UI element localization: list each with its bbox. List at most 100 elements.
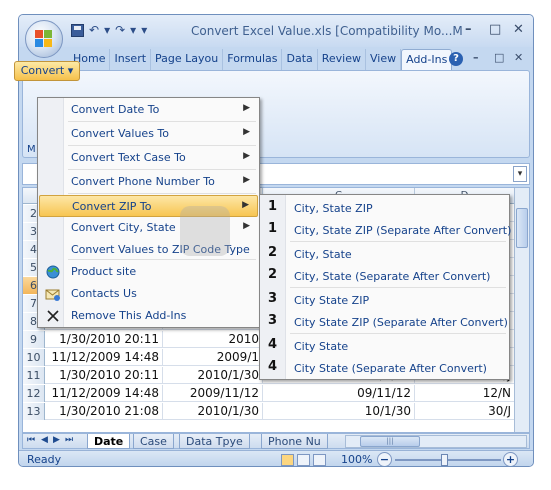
table-row: 13 1/30/2010 21:08 2010/1/30 10/1/30 30/J: [23, 403, 529, 420]
row-header[interactable]: 10: [23, 349, 45, 366]
cell-c[interactable]: 10/1/30: [263, 403, 415, 420]
first-sheet-icon[interactable]: ⏮: [27, 435, 35, 445]
ribbon-close-button[interactable]: ✕: [514, 51, 523, 64]
menu-item-convert-values-to[interactable]: Convert Values To ▶: [39, 123, 258, 145]
page-break-view-button[interactable]: [313, 454, 326, 466]
submenu-item-number: 4: [268, 359, 278, 374]
tab-review[interactable]: Review: [318, 49, 366, 70]
envelope-icon: [45, 286, 61, 302]
menu-item-label: Convert Phone Number To: [71, 175, 215, 188]
tab-page-layout[interactable]: Page Layou: [151, 49, 224, 70]
submenu-item[interactable]: 2 City, State (Separate After Convert): [261, 265, 509, 287]
menu-item-label: Convert Date To: [71, 103, 160, 116]
status-text: Ready: [27, 453, 62, 466]
tab-view[interactable]: View: [366, 49, 402, 70]
submenu-item-number: 1: [268, 199, 278, 214]
formula-bar-expand-icon[interactable]: ▾: [513, 166, 527, 182]
prev-sheet-icon[interactable]: ◀: [41, 435, 48, 445]
cell-a[interactable]: 1/30/2010 20:11: [45, 331, 163, 348]
cell-d[interactable]: 30/J: [415, 403, 515, 420]
window-title: Convert Excel Value.xls [Compatibility M…: [191, 24, 463, 38]
menu-item-product-site[interactable]: Product site: [39, 261, 258, 283]
zoom-slider-thumb[interactable]: [441, 454, 448, 466]
vertical-scroll-thumb[interactable]: [516, 208, 528, 248]
submenu-item-number: 4: [268, 337, 278, 352]
office-button[interactable]: [25, 20, 63, 58]
menu-separator: [68, 121, 256, 122]
cell-b[interactable]: 2010/1/30: [163, 403, 263, 420]
horizontal-scrollbar[interactable]: |||: [345, 435, 527, 448]
sheet-tab-case[interactable]: Case: [133, 434, 174, 449]
row-header[interactable]: 13: [23, 403, 45, 420]
menu-separator: [68, 145, 256, 146]
close-button[interactable]: ✕: [513, 22, 524, 37]
row-header[interactable]: 9: [23, 331, 45, 348]
customize-qat-icon[interactable]: ▾: [141, 23, 147, 37]
menu-item-convert-phone-number-to[interactable]: Convert Phone Number To ▶: [39, 171, 258, 193]
globe-icon: [45, 264, 61, 280]
menu-item-convert-date-to[interactable]: Convert Date To ▶: [39, 99, 258, 121]
menu-item-convert-text-case-to[interactable]: Convert Text Case To ▶: [39, 147, 258, 169]
cell-c[interactable]: 09/11/12: [263, 385, 415, 402]
submenu-item[interactable]: 2 City, State: [261, 243, 509, 265]
title-bar: ↶ ▾ ↷ ▾ ▾ Convert Excel Value.xls [Compa…: [19, 15, 533, 47]
submenu-item[interactable]: 1 City, State ZIP: [261, 197, 509, 219]
last-sheet-icon[interactable]: ⏭: [65, 435, 73, 445]
convert-dropdown-button[interactable]: Convert ▾: [14, 61, 80, 81]
help-icon[interactable]: ?: [449, 52, 463, 66]
submenu-item-label: City, State: [294, 248, 352, 261]
dropdown-arrow-icon[interactable]: ▾: [104, 23, 110, 37]
tab-formulas[interactable]: Formulas: [223, 49, 283, 70]
tab-insert[interactable]: Insert: [110, 49, 152, 70]
submenu-item-number: 1: [268, 221, 278, 236]
cell-b[interactable]: 2010/1/30: [163, 367, 263, 384]
dropdown-arrow-icon[interactable]: ▾: [130, 23, 136, 37]
menu-item-label: Contacts Us: [71, 287, 137, 300]
submenu-item[interactable]: 4 City State: [261, 335, 509, 357]
normal-view-button[interactable]: [281, 454, 294, 466]
save-icon[interactable]: [71, 23, 84, 37]
menu-item-contacts-us[interactable]: Contacts Us: [39, 283, 258, 305]
page-layout-view-button[interactable]: [297, 454, 310, 466]
ribbon-minimize-button[interactable]: –: [473, 51, 479, 64]
tab-data[interactable]: Data: [282, 49, 318, 70]
submenu-arrow-icon: ▶: [243, 175, 250, 185]
maximize-button[interactable]: □: [489, 22, 501, 37]
office-logo-icon: [35, 30, 53, 48]
cell-b[interactable]: 2009/11/12: [163, 385, 263, 402]
row-header[interactable]: 12: [23, 385, 45, 402]
next-sheet-icon[interactable]: ▶: [53, 435, 60, 445]
sheet-tab-data-type[interactable]: Data Tpye: [179, 434, 250, 449]
menu-item-label: Product site: [71, 265, 137, 278]
cell-b[interactable]: 2010: [163, 331, 263, 348]
menu-item-remove-this-add-ins[interactable]: Remove This Add-Ins: [39, 305, 258, 327]
undo-icon[interactable]: ↶: [89, 23, 99, 37]
cell-b[interactable]: 2009/1: [163, 349, 263, 366]
submenu-item[interactable]: 3 City State ZIP (Separate After Convert): [261, 311, 509, 333]
submenu-separator: [290, 333, 506, 334]
zoom-in-button[interactable]: +: [503, 452, 518, 466]
submenu-item[interactable]: 1 City, State ZIP (Separate After Convert…: [261, 219, 511, 241]
minimize-button[interactable]: –: [465, 22, 472, 37]
zoom-out-button[interactable]: −: [377, 452, 392, 466]
cell-a[interactable]: 1/30/2010 21:08: [45, 403, 163, 420]
cell-a[interactable]: 11/12/2009 14:48: [45, 385, 163, 402]
submenu-item[interactable]: 3 City State ZIP: [261, 289, 509, 311]
tab-add-ins[interactable]: Add-Ins: [401, 49, 453, 70]
cell-d[interactable]: 12/N: [415, 385, 515, 402]
zoom-level[interactable]: 100%: [341, 453, 372, 466]
zoom-slider-track[interactable]: [395, 459, 501, 461]
sheet-tab-date[interactable]: Date: [87, 434, 131, 449]
vertical-scrollbar[interactable]: [514, 188, 529, 432]
ribbon-restore-button[interactable]: □: [494, 51, 504, 64]
redo-icon[interactable]: ↷: [115, 23, 125, 37]
watermark-shape: [180, 206, 230, 256]
horizontal-scroll-thumb[interactable]: |||: [360, 436, 420, 447]
cell-a[interactable]: 11/12/2009 14:48: [45, 349, 163, 366]
row-header[interactable]: 11: [23, 367, 45, 384]
status-bar: Ready 100% − +: [19, 450, 533, 466]
cell-a[interactable]: 1/30/2010 20:11: [45, 367, 163, 384]
sheet-tab-phone-number[interactable]: Phone Nu: [261, 434, 328, 449]
submenu-item[interactable]: 4 City State (Separate After Convert): [261, 357, 509, 379]
submenu-item-number: 3: [268, 313, 278, 328]
